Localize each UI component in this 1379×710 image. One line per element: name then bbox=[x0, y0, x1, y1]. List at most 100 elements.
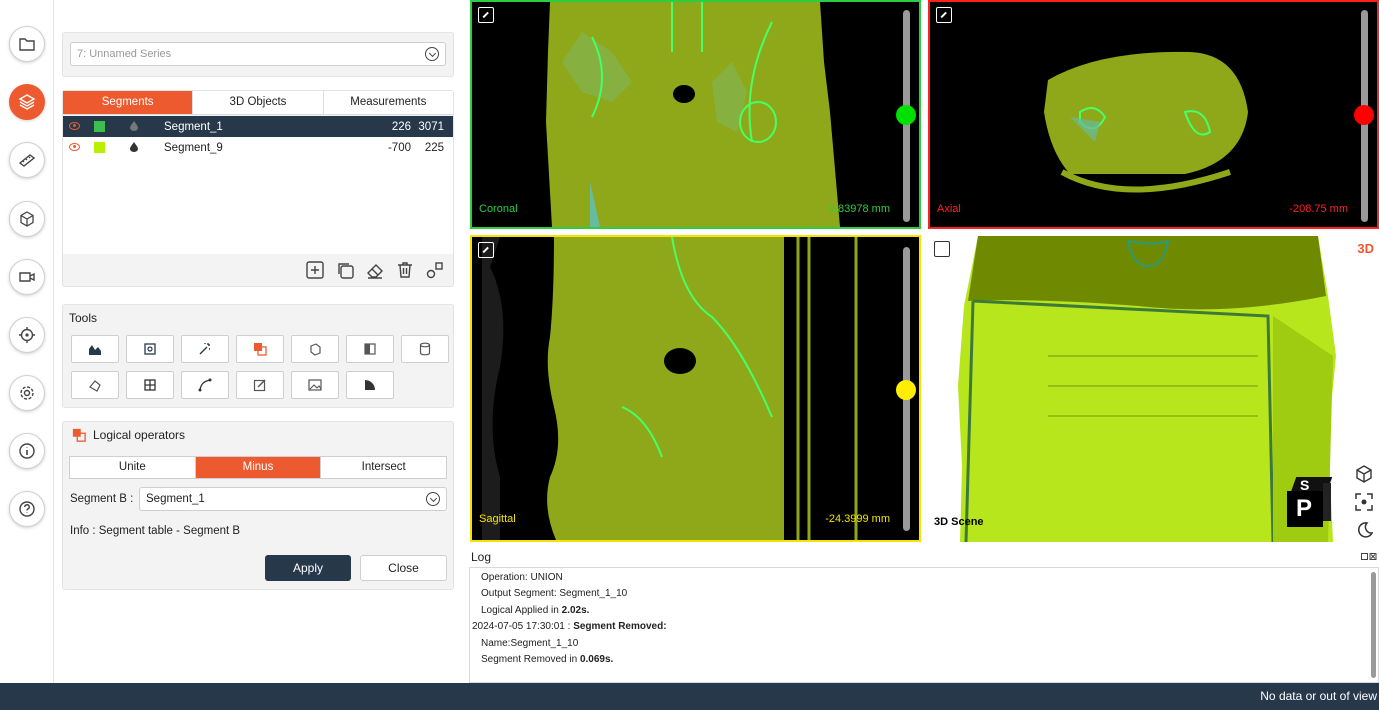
tab-measurements[interactable]: Measurements bbox=[324, 91, 453, 114]
segment-b-value: Segment_1 bbox=[146, 493, 205, 505]
segment-min-value: -700 bbox=[387, 141, 411, 154]
axial-label: Axial bbox=[937, 203, 961, 215]
info-nav-button[interactable] bbox=[9, 433, 45, 469]
segment-row[interactable]: Segment_1 226 3071 bbox=[63, 116, 453, 137]
logical-operators-icon bbox=[72, 428, 86, 442]
video-nav-button[interactable] bbox=[9, 259, 45, 295]
layers-nav-button[interactable] bbox=[9, 84, 45, 120]
unite-button[interactable]: Unite bbox=[70, 457, 196, 478]
falloff-tool-button[interactable] bbox=[346, 371, 394, 399]
status-bar: No data or out of view bbox=[0, 683, 1379, 710]
split-tool-button[interactable] bbox=[346, 335, 394, 363]
segment-color-swatch[interactable] bbox=[94, 121, 105, 132]
cube-view-icon[interactable] bbox=[1354, 464, 1374, 484]
segment-b-select[interactable]: Segment_1 bbox=[139, 487, 447, 511]
folder-icon bbox=[19, 38, 35, 51]
axial-image bbox=[1044, 51, 1248, 193]
coronal-slider-knob[interactable] bbox=[896, 105, 916, 125]
logical-operators-tool-button[interactable] bbox=[236, 335, 284, 363]
coronal-viewport[interactable]: Coronal 0.83978 mm bbox=[470, 0, 921, 229]
smooth-tool-button[interactable] bbox=[71, 371, 119, 399]
help-nav-button[interactable] bbox=[9, 491, 45, 527]
log-line: Logical Applied in 2.02s. bbox=[481, 605, 590, 616]
side-panel: 7: Unnamed Series Segments 3D Objects Me… bbox=[54, 0, 462, 683]
plus-square-icon bbox=[306, 261, 324, 279]
series-select[interactable]: 7: Unnamed Series bbox=[70, 42, 446, 66]
morphology-tool-button[interactable] bbox=[291, 335, 339, 363]
segment-max-value: 225 bbox=[424, 141, 444, 154]
image-tool-button[interactable] bbox=[291, 371, 339, 399]
focus-icon[interactable] bbox=[1354, 492, 1374, 512]
expand-icon[interactable] bbox=[478, 7, 494, 23]
segment-toolbar bbox=[305, 260, 445, 280]
log-window-controls-icon[interactable] bbox=[1361, 553, 1377, 561]
layers-icon bbox=[18, 94, 36, 110]
segment-max-value: 3071 bbox=[418, 120, 444, 133]
quarter-circle-icon bbox=[365, 380, 375, 390]
erase-segment-button[interactable] bbox=[365, 260, 385, 280]
close-button[interactable]: Close bbox=[360, 555, 447, 581]
opacity-drop-icon[interactable] bbox=[130, 121, 138, 131]
delete-segment-button[interactable] bbox=[395, 260, 415, 280]
coronal-label: Coronal bbox=[479, 203, 518, 215]
magic-wand-tool-button[interactable] bbox=[181, 335, 229, 363]
grid-tool-button[interactable] bbox=[126, 371, 174, 399]
intersect-button[interactable]: Intersect bbox=[321, 457, 446, 478]
segment-shapes-button[interactable] bbox=[425, 260, 445, 280]
curve-icon bbox=[198, 378, 212, 392]
segment-name: Segment_9 bbox=[164, 141, 223, 154]
apply-button[interactable]: Apply bbox=[265, 555, 351, 581]
eye-icon[interactable] bbox=[69, 122, 80, 130]
log-line: Operation: UNION bbox=[481, 572, 563, 583]
tab-3d-objects[interactable]: 3D Objects bbox=[193, 91, 324, 114]
3d-scene-viewport[interactable]: 3D 3D Scene S P bbox=[928, 236, 1379, 542]
threshold-tool-button[interactable] bbox=[71, 335, 119, 363]
tab-segments[interactable]: Segments bbox=[63, 91, 194, 114]
info-text: Info : Segment table - Segment B bbox=[70, 525, 241, 537]
folder-nav-button[interactable] bbox=[9, 26, 45, 62]
log-panel: Operation: UNION Output Segment: Segment… bbox=[469, 567, 1379, 683]
sagittal-image bbox=[482, 237, 858, 540]
settings-nav-button[interactable] bbox=[9, 375, 45, 411]
eye-icon[interactable] bbox=[69, 143, 80, 151]
3d-scene-label: 3D Scene bbox=[934, 516, 984, 528]
morphology-icon bbox=[310, 343, 321, 356]
curve-tool-button[interactable] bbox=[181, 371, 229, 399]
moon-icon[interactable] bbox=[1354, 520, 1374, 540]
expand-icon[interactable] bbox=[934, 241, 950, 257]
ruler-icon bbox=[18, 154, 36, 167]
segment-color-swatch[interactable] bbox=[94, 142, 105, 153]
opacity-drop-icon[interactable] bbox=[130, 142, 138, 152]
segment-b-label: Segment B : bbox=[70, 493, 134, 505]
edit-tool-button[interactable] bbox=[236, 371, 284, 399]
status-text: No data or out of view bbox=[1260, 689, 1377, 703]
3d-object-nav-button[interactable] bbox=[9, 201, 45, 237]
expand-icon[interactable] bbox=[478, 242, 494, 258]
ruler-nav-button[interactable] bbox=[9, 142, 45, 178]
log-title: Log bbox=[471, 550, 492, 564]
sagittal-label: Sagittal bbox=[479, 513, 516, 525]
cube-face-top: S bbox=[1300, 477, 1310, 493]
crop-tool-button[interactable] bbox=[126, 335, 174, 363]
target-nav-button[interactable] bbox=[9, 317, 45, 353]
eraser-icon bbox=[367, 264, 383, 279]
crosshair-icon bbox=[19, 327, 35, 343]
cylinder-tool-button[interactable] bbox=[401, 335, 449, 363]
log-line: Name:Segment_1_10 bbox=[481, 638, 579, 649]
copy-icon bbox=[338, 263, 354, 279]
duplicate-segment-button[interactable] bbox=[335, 260, 355, 280]
log-scrollbar[interactable] bbox=[1371, 572, 1376, 678]
add-segment-button[interactable] bbox=[305, 260, 325, 280]
logical-operators-title: Logical operators bbox=[93, 428, 186, 442]
orientation-cube[interactable]: S P bbox=[1287, 477, 1333, 529]
sagittal-viewport[interactable]: Sagittal -24.3999 mm bbox=[470, 235, 921, 542]
edit-icon bbox=[253, 379, 266, 392]
minus-button[interactable]: Minus bbox=[195, 457, 322, 478]
segments-card: Segments 3D Objects Measurements Segment… bbox=[62, 90, 454, 287]
expand-icon[interactable] bbox=[936, 7, 952, 23]
axial-slider-knob[interactable] bbox=[1354, 105, 1374, 125]
sagittal-slider-knob[interactable] bbox=[896, 380, 916, 400]
segment-row[interactable]: Segment_9 -700 225 bbox=[63, 137, 453, 158]
axial-viewport[interactable]: Axial -208.75 mm bbox=[928, 0, 1379, 229]
coronal-position-readout: 0.83978 mm bbox=[828, 203, 890, 215]
